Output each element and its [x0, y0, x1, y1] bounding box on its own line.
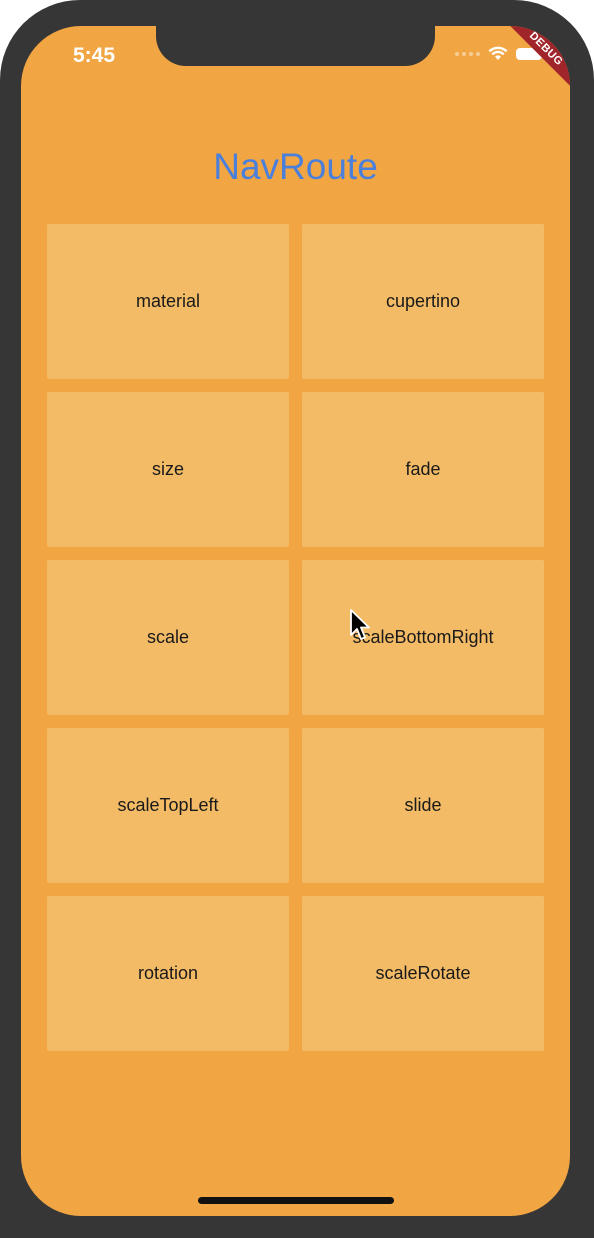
route-tile-size[interactable]: size	[47, 392, 289, 547]
mouse-cursor-icon	[350, 609, 370, 640]
route-tile-rotation[interactable]: rotation	[47, 896, 289, 1051]
page-title: NavRoute	[213, 146, 378, 187]
route-tile-scale[interactable]: scale	[47, 560, 289, 715]
route-tile-scale-bottom-right[interactable]: scaleBottomRight	[302, 560, 544, 715]
route-tile-scale-top-left[interactable]: scaleTopLeft	[47, 728, 289, 883]
status-icons	[455, 46, 542, 61]
notch	[156, 26, 435, 66]
route-tile-cupertino[interactable]: cupertino	[302, 224, 544, 379]
route-tile-scale-rotate[interactable]: scaleRotate	[302, 896, 544, 1051]
route-tile-slide[interactable]: slide	[302, 728, 544, 883]
signal-icon	[455, 51, 480, 56]
wifi-icon	[488, 46, 508, 60]
route-grid: material cupertino size fade scale scale…	[47, 224, 544, 1051]
debug-banner: DEBUG	[497, 26, 570, 98]
route-tile-fade[interactable]: fade	[302, 392, 544, 547]
home-indicator[interactable]	[198, 1197, 394, 1204]
status-time: 5:45	[73, 44, 116, 67]
device-frame: 5:45 DEBUG NavRoute material cupertino s…	[0, 0, 594, 1238]
route-tile-material[interactable]: material	[47, 224, 289, 379]
app-screen: 5:45 DEBUG NavRoute material cupertino s…	[21, 26, 570, 1216]
